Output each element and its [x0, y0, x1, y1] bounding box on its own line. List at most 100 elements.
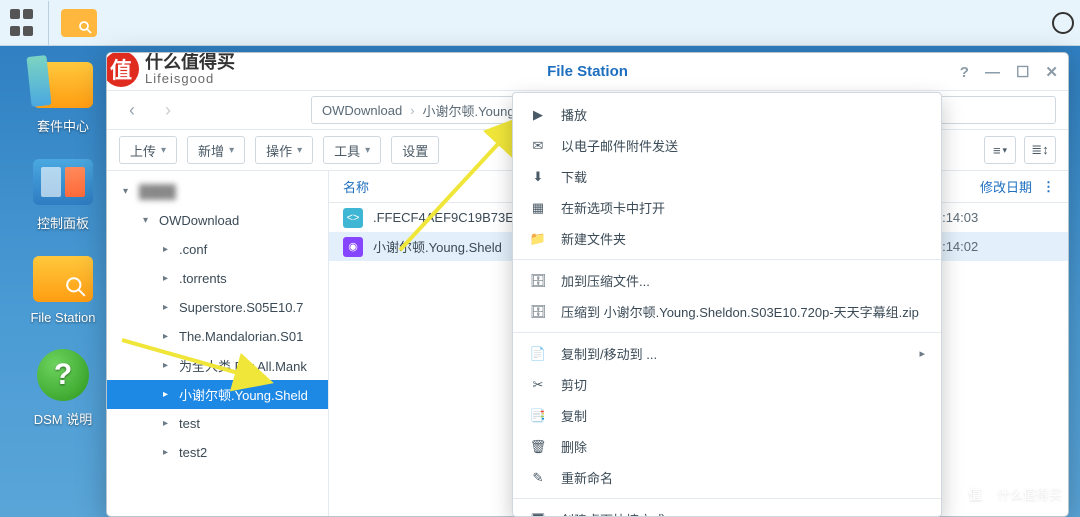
tree-item[interactable]: ▸Superstore.S05E10.7 [107, 293, 328, 322]
desktop-label: 控制面板 [37, 213, 89, 232]
ctx-compress-to[interactable]: 🗄压缩到 小谢尔顿.Young.Sheldon.S03E10.720p-天天字幕… [513, 296, 941, 327]
folder-tree: ▾ ████ ▾OWDownload ▸ .conf ▸ .torrents ▸Sup… [107, 171, 329, 516]
desktop-dsm-help[interactable]: ? DSM 说明 [34, 349, 93, 428]
watermark-text: 什么值得买 [997, 484, 1062, 503]
caret-right-icon: ▸ [163, 360, 175, 371]
move-icon: 📄 [529, 345, 547, 363]
tree-label: 小谢尔顿.Young.Sheld [179, 385, 308, 404]
column-date[interactable]: 修改日期 [980, 177, 1032, 196]
folder-search-icon [33, 256, 93, 302]
new-button[interactable]: 新增▾ [187, 136, 245, 164]
control-panel-icon [33, 159, 93, 205]
watermark-icon: 值 [961, 479, 989, 507]
caret-right-icon: ▸ [163, 418, 175, 429]
desktop-file-station[interactable]: File Station [30, 256, 95, 325]
tree-item[interactable]: ▸ test2 [107, 438, 328, 467]
settings-button[interactable]: 设置 [391, 136, 439, 164]
taskbar [0, 0, 1080, 46]
ctx-rename[interactable]: ✎重新命名 [513, 462, 941, 493]
caret-right-icon: ▸ [163, 331, 175, 342]
tree-item[interactable]: ▸ The.Mandalorian.S01 [107, 322, 328, 351]
caret-right-icon: ▸ [163, 244, 175, 255]
desktop-label: DSM 说明 [34, 409, 93, 428]
tree-label: The.Mandalorian.S01 [179, 329, 303, 344]
help-icon: ? [37, 349, 89, 401]
chat-bubble-icon[interactable] [1052, 12, 1074, 34]
tree-root[interactable]: ▾ ████ [107, 177, 328, 206]
action-button[interactable]: 操作▾ [255, 136, 313, 164]
tools-button[interactable]: 工具▾ [323, 136, 381, 164]
caret-right-icon: ▸ [163, 273, 175, 284]
tree-label: .torrents [179, 271, 227, 286]
window-title: File Station [547, 63, 628, 80]
ctx-add-archive[interactable]: 🗄加到压缩文件... [513, 265, 941, 296]
tree-label: OWDownload [159, 213, 239, 228]
ctx-copy[interactable]: 📑复制 [513, 400, 941, 431]
breadcrumb-item[interactable]: OWDownload [322, 103, 402, 118]
ctx-copy-move[interactable]: 📄复制到/移动到 ...▸ [513, 338, 941, 369]
ctx-new-folder[interactable]: 📁新建文件夹 [513, 223, 941, 254]
window-help-button[interactable]: ? [960, 64, 969, 81]
mail-icon: ✉ [529, 137, 547, 155]
new-folder-icon: 📁 [529, 230, 547, 248]
tree-label: ████ [139, 184, 176, 199]
tree-item-selected[interactable]: ▸ 小谢尔顿.Young.Sheld [107, 380, 328, 409]
caret-down-icon: ▾ [365, 145, 370, 156]
taskbar-right [1052, 0, 1074, 46]
column-options-icon[interactable]: ⋮ [1042, 179, 1056, 195]
archive-icon: 🗄 [529, 272, 547, 290]
breadcrumb-separator: › [410, 103, 414, 118]
caret-down-icon: ▾ [161, 145, 166, 156]
file-type-icon: <> [343, 208, 363, 228]
desktop-package-center[interactable]: 套件中心 [33, 62, 93, 135]
window-minimize-button[interactable]: — [985, 64, 1000, 81]
ctx-separator [513, 259, 941, 260]
cut-icon: ✂ [529, 376, 547, 394]
taskbar-filestation-icon[interactable] [61, 9, 97, 37]
window-maximize-button[interactable]: ☐ [1016, 63, 1029, 81]
desktop-control-panel[interactable]: 控制面板 [33, 159, 93, 232]
ctx-delete[interactable]: 🗑删除 [513, 431, 941, 462]
apps-grid-icon[interactable] [6, 8, 36, 38]
ctx-open-tab[interactable]: ▦在新选项卡中打开 [513, 192, 941, 223]
ctx-play[interactable]: ▶播放 [513, 99, 941, 130]
tree-item[interactable]: ▸ 为全人类.For.All.Mank [107, 351, 328, 380]
desktop-label: 套件中心 [37, 116, 89, 135]
upload-button[interactable]: 上传▾ [119, 136, 177, 164]
ctx-email[interactable]: ✉以电子邮件附件发送 [513, 130, 941, 161]
window-controls: ? — ☐ ✕ [960, 53, 1058, 91]
tree-label: 为全人类.For.All.Mank [179, 356, 307, 375]
download-icon: ⬇ [529, 168, 547, 186]
shortcut-icon: 🖥 [529, 511, 547, 517]
ctx-cut[interactable]: ✂剪切 [513, 369, 941, 400]
caret-down-icon: ▾ [123, 186, 135, 197]
rename-icon: ✎ [529, 469, 547, 487]
caret-down-icon: ▾ [229, 145, 234, 156]
smzdm-watermark: 值 什么值得买 [961, 479, 1062, 507]
new-tab-icon: ▦ [529, 199, 547, 217]
tree-label: .conf [179, 242, 207, 257]
caret-right-icon: ▸ [163, 302, 175, 313]
chevron-right-icon: ▸ [919, 347, 925, 360]
tree-item-owdownload[interactable]: ▾OWDownload [107, 206, 328, 235]
sort-button[interactable]: ≣↕ [1024, 136, 1056, 164]
nav-forward-button[interactable]: › [155, 100, 181, 121]
package-center-icon [33, 62, 93, 108]
tree-item[interactable]: ▸ .torrents [107, 264, 328, 293]
tree-item[interactable]: ▸ .conf [107, 235, 328, 264]
play-icon: ▶ [529, 106, 547, 124]
caret-right-icon: ▸ [163, 389, 175, 400]
desktop-label: File Station [30, 310, 95, 325]
desktop-icons: 套件中心 控制面板 File Station ? DSM 说明 [18, 62, 108, 428]
tree-label: test2 [179, 445, 207, 460]
tree-item[interactable]: ▸test [107, 409, 328, 438]
nav-back-button[interactable]: ‹ [119, 100, 145, 121]
file-type-icon: ◉ [343, 237, 363, 257]
window-close-button[interactable]: ✕ [1045, 63, 1058, 81]
archive-icon: 🗄 [529, 303, 547, 321]
ctx-download[interactable]: ⬇下载 [513, 161, 941, 192]
copy-icon: 📑 [529, 407, 547, 425]
view-list-button[interactable]: ≡▾ [984, 136, 1016, 164]
caret-right-icon: ▸ [163, 447, 175, 458]
ctx-shortcut[interactable]: 🖥创建桌面快捷方式 [513, 504, 941, 517]
